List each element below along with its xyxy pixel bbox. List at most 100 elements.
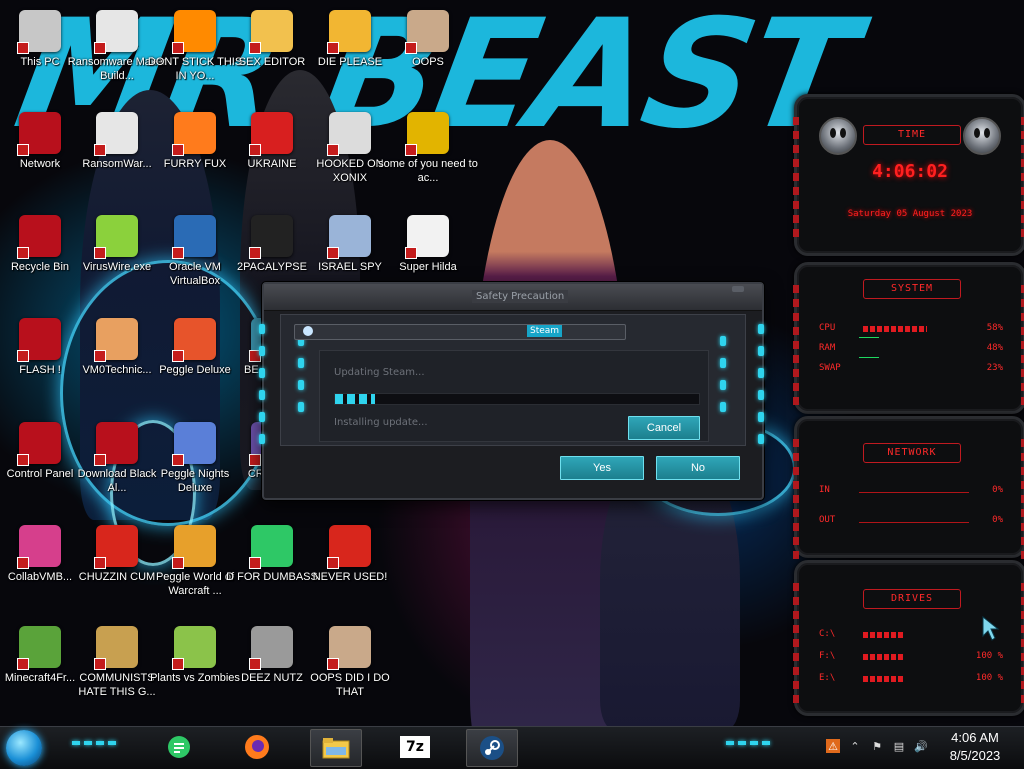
swap-row: SWAP 23% xyxy=(819,357,1003,377)
shortcut-arrow-icon xyxy=(249,557,261,569)
doctor-icon xyxy=(94,318,138,362)
dialog-tab-steam[interactable]: Steam xyxy=(294,324,626,340)
shortcut-arrow-icon xyxy=(17,350,29,362)
spy-icon xyxy=(327,215,371,259)
shortcut-arrow-icon xyxy=(172,454,184,466)
chuzzle-icon xyxy=(94,525,138,569)
shortcut-arrow-icon xyxy=(405,247,417,259)
mouse-cursor-icon xyxy=(982,616,1000,641)
dialog-titlebar[interactable]: Safety Precaution xyxy=(264,284,762,311)
desktop-icon[interactable]: OOPS DID I DO THAT xyxy=(300,626,400,699)
desktop-icon[interactable]: OOPS xyxy=(378,10,478,69)
tray-chevron-up-icon[interactable]: ⌃ xyxy=(848,739,862,753)
chat-icon xyxy=(249,525,293,569)
desktop-icon-label: Super Hilda xyxy=(399,261,457,273)
drive-e-label: E:\ xyxy=(819,673,836,683)
shortcut-arrow-icon xyxy=(94,42,106,54)
portrait-icon xyxy=(327,626,371,670)
tray-volume-icon[interactable]: 🔊 xyxy=(914,739,928,753)
steam-update-dialog[interactable]: Safety Precaution Steam Updating Steam..… xyxy=(259,282,766,500)
dialog-system-button[interactable] xyxy=(732,286,744,292)
computer-icon xyxy=(17,10,61,54)
alien-head-icon xyxy=(819,117,857,155)
cpu-bar xyxy=(863,326,927,332)
taskbar-steam-button[interactable] xyxy=(466,729,518,767)
tray-flag-icon[interactable]: ⚑ xyxy=(870,739,884,753)
drive-f-row: F:\ 100 % xyxy=(819,651,1003,665)
shortcut-arrow-icon xyxy=(94,144,106,156)
shortcut-arrow-icon xyxy=(17,454,29,466)
cancel-button[interactable]: Cancel xyxy=(628,416,700,440)
hxd-icon xyxy=(249,10,293,54)
taskbar-7zip-button[interactable]: 7z xyxy=(390,729,440,765)
alien-head-icon xyxy=(963,117,1001,155)
status-text: Updating Steam... xyxy=(334,367,425,378)
drives-gadget-header: DRIVES xyxy=(863,589,961,609)
peggle-icon xyxy=(172,318,216,362)
swap-value: 23% xyxy=(986,363,1003,373)
shortcut-arrow-icon xyxy=(172,144,184,156)
system-gadget[interactable]: SYSTEM CPU 58% RAM 48% SWAP 23% xyxy=(793,262,1024,414)
devcpp-icon xyxy=(327,525,371,569)
shortcut-arrow-icon xyxy=(327,247,339,259)
shortcut-arrow-icon xyxy=(17,42,29,54)
desktop-icon-label: OOPS DID I DO THAT xyxy=(310,672,390,698)
swap-label: SWAP xyxy=(819,363,841,373)
shortcut-arrow-icon xyxy=(17,247,29,259)
shortcut-arrow-icon xyxy=(17,557,29,569)
taskbar: 7z ⚠ ⌃ ⚑ ▤ 🔊 4:06 AM 8/5/2023 xyxy=(0,726,1024,769)
clock-gadget-header: TIME xyxy=(863,125,961,145)
drive-c-bar xyxy=(863,632,903,638)
shortcut-arrow-icon xyxy=(17,144,29,156)
gadget-clock-time: 4:06:02 xyxy=(872,161,948,182)
dialog-edge-studs xyxy=(758,324,766,444)
desktop-icon[interactable]: NEVER USED! xyxy=(300,525,400,584)
desktop-icon[interactable]: Super Hilda xyxy=(378,215,478,274)
taskbar-file-explorer-button[interactable] xyxy=(310,729,362,767)
recycle-bin-icon xyxy=(17,215,61,259)
skull-icon xyxy=(94,112,138,156)
gadget-clock-date: Saturday 05 August 2023 xyxy=(847,209,973,219)
drive-f-label: F:\ xyxy=(819,651,836,661)
network-in-value: 0% xyxy=(992,485,1003,495)
shortcut-arrow-icon xyxy=(327,557,339,569)
start-orb-button[interactable] xyxy=(6,730,42,766)
shortcut-arrow-icon xyxy=(94,557,106,569)
steam-icon xyxy=(303,326,313,336)
drive-f-value: 100 % xyxy=(975,651,1003,661)
shortcut-arrow-icon xyxy=(249,42,261,54)
flash-icon xyxy=(17,318,61,362)
tray-alert-icon[interactable]: ⚠ xyxy=(826,739,840,753)
clock-gadget[interactable]: TIME 4:06:02 Saturday 05 August 2023 xyxy=(793,94,1024,256)
drive-f-bar xyxy=(863,654,903,660)
gadget-edge xyxy=(793,439,799,559)
shortcut-arrow-icon xyxy=(172,557,184,569)
ram-graph xyxy=(859,337,879,338)
shortcut-arrow-icon xyxy=(172,658,184,670)
grass-block-icon xyxy=(17,626,61,670)
shortcut-arrow-icon xyxy=(327,658,339,670)
shortcut-arrow-icon xyxy=(17,658,29,670)
chat-app-icon xyxy=(168,736,190,758)
virtualbox-icon xyxy=(172,215,216,259)
dialog-title: Safety Precaution xyxy=(472,290,569,303)
desktop-icon[interactable]: some of you need to ac... xyxy=(378,112,478,185)
tray-network-icon[interactable]: ▤ xyxy=(892,739,906,753)
shortcut-arrow-icon xyxy=(94,247,106,259)
network-gadget[interactable]: NETWORK IN 0% OUT 0% xyxy=(793,416,1024,559)
terminal-icon xyxy=(249,215,293,259)
system-tray: ⚠ ⌃ ⚑ ▤ 🔊 xyxy=(826,739,928,753)
no-button[interactable]: No xyxy=(656,456,740,480)
taskbar-firefox-button[interactable] xyxy=(232,729,282,765)
desktop-icon-label: OOPS xyxy=(412,56,444,68)
network-out-label: OUT xyxy=(819,515,836,525)
progress-bar xyxy=(334,393,700,405)
cpu-row: CPU 58% xyxy=(819,323,1003,337)
firefox-icon xyxy=(172,112,216,156)
system-gadget-header: SYSTEM xyxy=(863,279,961,299)
taskbar-chat-app-button[interactable] xyxy=(154,729,204,765)
yes-button[interactable]: Yes xyxy=(560,456,644,480)
shortcut-arrow-icon xyxy=(249,247,261,259)
taskbar-clock-time: 4:06 AM xyxy=(951,730,999,745)
taskbar-clock[interactable]: 4:06 AM 8/5/2023 xyxy=(932,729,1018,765)
